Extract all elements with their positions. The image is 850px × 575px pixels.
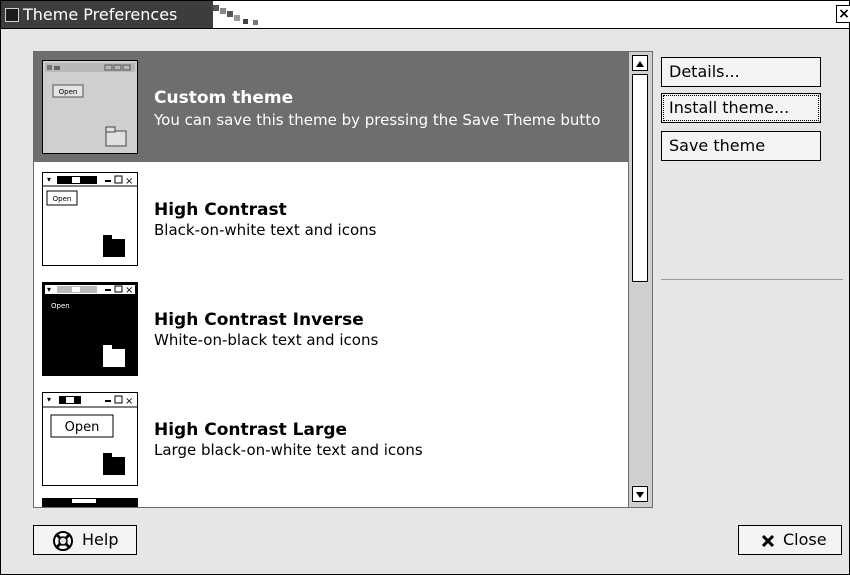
theme-list: Open Custom theme You can save this them… (33, 51, 653, 508)
scroll-thumb[interactable] (632, 74, 648, 282)
theme-name: High Contrast (154, 200, 287, 220)
theme-preview-custom: Open (42, 60, 138, 154)
help-label: Help (82, 530, 119, 549)
theme-name: Custom theme (154, 88, 294, 108)
preview-open-label: Open (51, 302, 70, 310)
scroll-down-button[interactable] (632, 486, 648, 502)
theme-description: White-on-black text and icons (154, 331, 379, 349)
theme-name: High Contrast Inverse (154, 310, 364, 330)
x-icon (761, 534, 775, 548)
close-button[interactable]: Close (738, 525, 842, 555)
theme-description: Large black-on-white text and icons (154, 441, 423, 459)
theme-row-custom[interactable]: Open Custom theme You can save this them… (34, 52, 628, 162)
theme-preview-high-contrast: ▾ × Open (42, 172, 138, 266)
theme-name: High Contrast Large (154, 420, 348, 440)
svg-text:▾: ▾ (47, 395, 51, 404)
window-title: Theme Preferences (23, 5, 178, 24)
preview-open-label: Open (59, 88, 78, 96)
lifebuoy-icon (53, 531, 73, 551)
svg-text:▾: ▾ (47, 285, 51, 294)
theme-description: You can save this theme by pressing the … (154, 111, 601, 129)
title-tab: Theme Preferences (1, 1, 213, 28)
theme-row-high-contrast[interactable]: ▾ × Open High Contrast Black-on-white te… (34, 164, 628, 274)
svg-text:▾: ▾ (47, 175, 51, 184)
theme-preview-high-contrast-inverse: ▾ × Open (42, 282, 138, 376)
theme-row-high-contrast-large[interactable]: ▾ × Open High Contrast Large Large black… (34, 384, 628, 494)
help-button[interactable]: Help (33, 525, 137, 555)
title-grip-icon (213, 5, 258, 25)
preview-open-label: Open (65, 420, 100, 435)
window-menu-icon[interactable] (5, 8, 19, 22)
svg-text:×: × (125, 396, 133, 407)
preview-open-label: Open (53, 195, 72, 203)
details-button[interactable]: Details... (661, 57, 821, 87)
up-arrow-icon (636, 61, 644, 67)
install-theme-button[interactable]: Install theme... (661, 93, 821, 123)
theme-preview-high-contrast-large: ▾ × Open (42, 392, 138, 486)
theme-row-high-contrast-inverse[interactable]: ▾ × Open High Contrast Inverse White-on-… (34, 274, 628, 384)
theme-row-partial[interactable] (34, 494, 628, 507)
close-label: Close (783, 530, 827, 549)
theme-list-pane: Open Custom theme You can save this them… (34, 52, 628, 507)
down-arrow-icon (636, 492, 644, 498)
theme-list-scrollbar[interactable] (628, 52, 652, 507)
scroll-up-button[interactable] (632, 55, 648, 71)
theme-preferences-window: Theme Preferences × Open Custom theme Yo… (0, 0, 850, 575)
svg-text:×: × (125, 285, 133, 296)
save-theme-button[interactable]: Save theme (661, 131, 821, 161)
theme-preview-partial (42, 498, 138, 507)
theme-description: Black-on-white text and icons (154, 221, 377, 239)
window-close-button[interactable]: × (836, 5, 850, 23)
title-bar[interactable]: Theme Preferences × (1, 1, 850, 29)
svg-text:×: × (125, 176, 133, 187)
actions-separator (661, 279, 843, 280)
